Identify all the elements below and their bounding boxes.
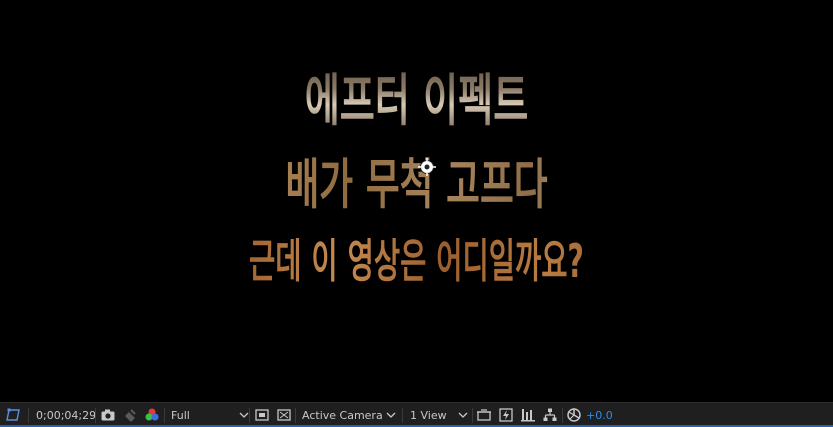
toolbar-divider <box>164 408 165 423</box>
toggle-transparency-grid-icon[interactable] <box>254 406 270 424</box>
toggle-mask-visibility-icon[interactable] <box>276 406 292 424</box>
toolbar-divider <box>472 408 473 423</box>
3d-draft-icon[interactable] <box>476 406 492 424</box>
toolbar-divider <box>402 408 403 423</box>
chevron-down-icon <box>239 412 249 418</box>
reset-exposure-icon[interactable] <box>566 406 582 424</box>
view-layout-dropdown[interactable]: 1 View <box>410 406 468 424</box>
title-line-1: 에프터 이펙트 <box>133 56 699 137</box>
toolbar-divider <box>562 408 563 423</box>
timeline-icon[interactable] <box>520 406 536 424</box>
chevron-down-icon <box>458 412 468 418</box>
show-snapshot-icon[interactable] <box>122 406 138 424</box>
title-line-3: 근데 이 영상은 어디일까요? <box>158 225 674 291</box>
viewer-toolbar: 0;00;04;29 Full Active Camera 1 View +0.… <box>0 402 833 427</box>
view-layout-value: 1 View <box>410 408 447 422</box>
active-camera-dropdown[interactable]: Active Camera <box>302 406 396 424</box>
title-line-2: 배가 무척 고프다 <box>133 140 699 219</box>
color-channels-icon[interactable] <box>144 406 160 424</box>
fast-previews-icon[interactable] <box>498 406 514 424</box>
resolution-dropdown[interactable]: Full <box>171 406 249 424</box>
toolbar-divider <box>249 408 250 423</box>
region-of-interest-icon[interactable] <box>6 406 22 424</box>
resolution-value: Full <box>171 408 190 422</box>
toolbar-divider <box>95 408 96 423</box>
exposure-value[interactable]: +0.0 <box>586 406 613 424</box>
anchor-point-cursor-icon <box>418 158 436 176</box>
snapshot-camera-icon[interactable] <box>100 406 116 424</box>
timecode-display[interactable]: 0;00;04;29 <box>36 406 96 424</box>
camera-value: Active Camera <box>302 408 383 422</box>
flowchart-icon[interactable] <box>542 406 558 424</box>
chevron-down-icon <box>386 412 396 418</box>
toolbar-divider <box>28 408 29 423</box>
composition-viewer[interactable]: 에프터 이펙트 배가 무척 고프다 근데 이 영상은 어디일까요? <box>0 0 833 402</box>
toolbar-divider <box>295 408 296 423</box>
